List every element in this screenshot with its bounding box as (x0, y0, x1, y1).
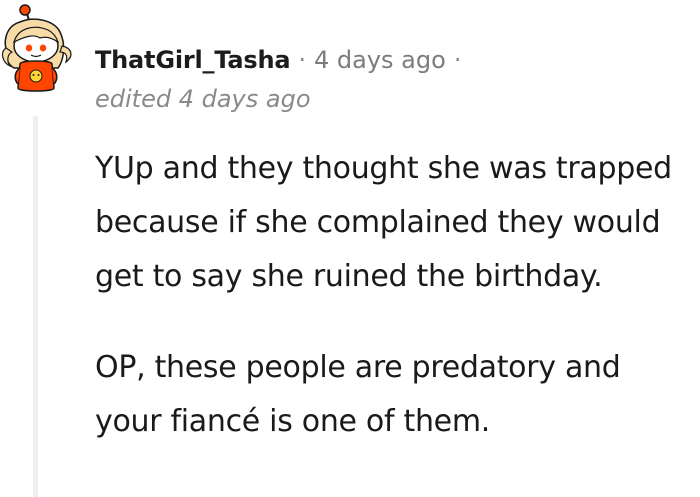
edited-timestamp: edited 4 days ago (95, 85, 311, 113)
meta-separator: · (298, 46, 306, 74)
comment-body: YUp and they thought she was trapped bec… (95, 142, 693, 449)
meta-separator: · (453, 46, 462, 74)
thread-collapse-line[interactable] (33, 116, 38, 497)
user-avatar[interactable] (0, 2, 78, 94)
comment-paragraph: OP, these people are predatory and your … (95, 350, 621, 439)
snoo-avatar-icon (1, 4, 72, 92)
comment-author-link[interactable]: ThatGirl_Tasha (95, 46, 291, 74)
comment-paragraph: YUp and they thought she was trapped bec… (95, 151, 672, 294)
comment-header: ThatGirl_Tasha · 4 days ago · (95, 40, 469, 80)
comment-timestamp[interactable]: 4 days ago (314, 46, 446, 74)
